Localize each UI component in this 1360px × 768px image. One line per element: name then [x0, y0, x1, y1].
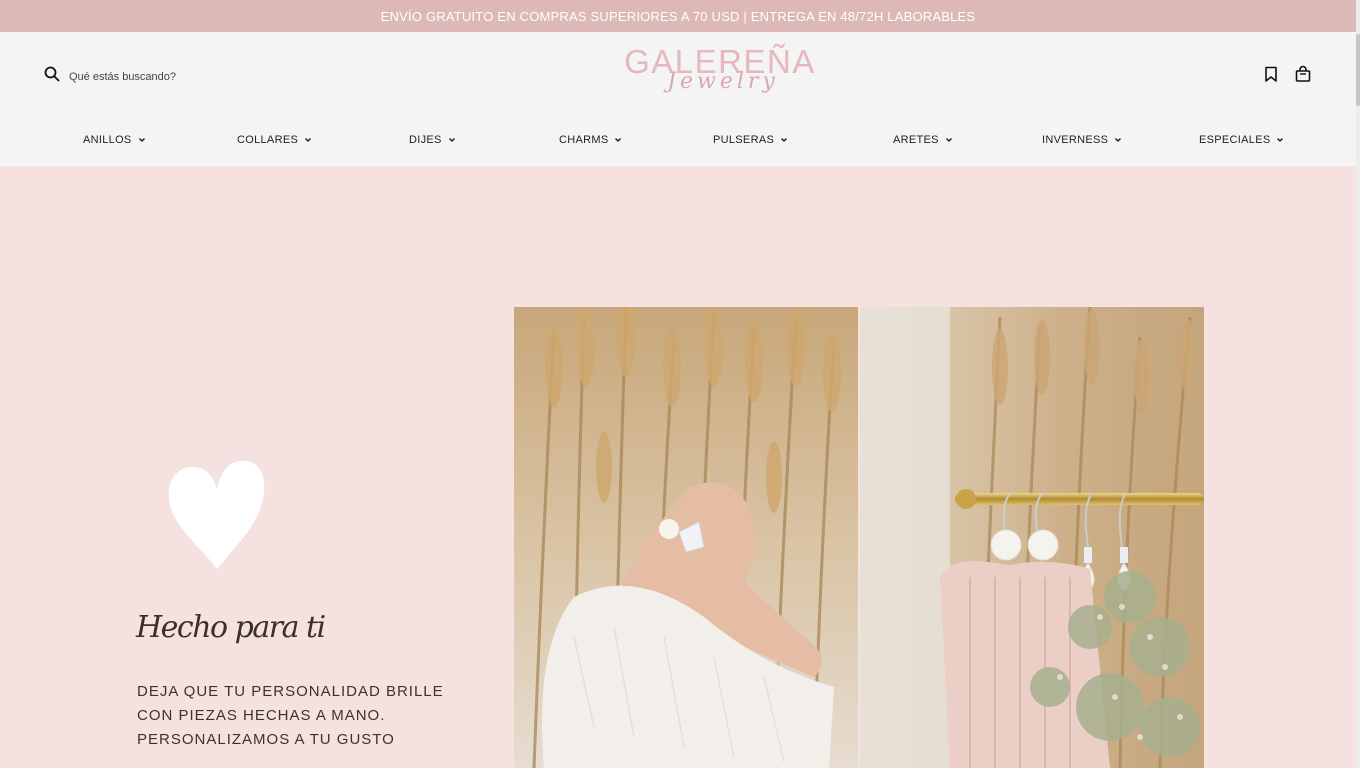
hero-image-ring: [514, 307, 858, 768]
nav-label: CHARMS: [559, 134, 609, 146]
shopping-bag-icon[interactable]: [1294, 65, 1312, 83]
announcement-text: ENVÍO GRATUITO EN COMPRAS SUPERIORES A 7…: [380, 8, 976, 24]
search-icon[interactable]: [44, 66, 60, 87]
hero-line: DEJA QUE TU PERSONALIDAD BRILLE: [137, 683, 444, 700]
nav-item-collares[interactable]: COLLARES: [237, 134, 312, 146]
nav-label: ANILLOS: [83, 134, 132, 146]
chevron-down-icon: [945, 137, 952, 143]
hero-title: Hecho para ti: [136, 610, 326, 645]
nav-item-anillos[interactable]: ANILLOS: [83, 134, 146, 146]
nav-item-pulseras[interactable]: PULSERAS: [713, 134, 788, 146]
nav-label: ESPECIALES: [1199, 134, 1271, 146]
nav-item-aretes[interactable]: ARETES: [893, 134, 953, 146]
chevron-down-icon: [305, 137, 312, 143]
search-input[interactable]: [69, 70, 269, 83]
announcement-bar: ENVÍO GRATUITO EN COMPRAS SUPERIORES A 7…: [0, 0, 1356, 32]
site-header: GALEREÑA Jewelry ANILLOS COLLARES DIJES …: [0, 32, 1356, 166]
chevron-down-icon: [1277, 137, 1284, 143]
scrollbar[interactable]: [1356, 0, 1360, 768]
chevron-down-icon: [615, 137, 622, 143]
bookmark-icon[interactable]: [1262, 65, 1280, 83]
search-bar[interactable]: [44, 66, 269, 87]
nav-label: PULSERAS: [713, 134, 775, 146]
hero-line: PERSONALIZAMOS A TU GUSTO: [137, 731, 395, 748]
logo[interactable]: GALEREÑA Jewelry: [620, 44, 820, 106]
hero-line: CON PIEZAS HECHAS A MANO.: [137, 707, 386, 724]
chevron-down-icon: [138, 137, 145, 143]
chevron-down-icon: [1115, 137, 1122, 143]
nav-item-charms[interactable]: CHARMS: [559, 134, 622, 146]
chevron-down-icon: [448, 137, 455, 143]
chevron-down-icon: [781, 137, 788, 143]
nav-label: DIJES: [409, 134, 442, 146]
nav-label: INVERNESS: [1042, 134, 1109, 146]
scrollbar-thumb[interactable]: [1356, 34, 1360, 106]
hero-image-earrings: [860, 307, 1204, 768]
nav-item-dijes[interactable]: DIJES: [409, 134, 456, 146]
nav-item-especiales[interactable]: ESPECIALES: [1199, 134, 1284, 146]
nav-label: COLLARES: [237, 134, 299, 146]
hero-description: DEJA QUE TU PERSONALIDAD BRILLE CON PIEZ…: [137, 680, 477, 752]
nav-label: ARETES: [893, 134, 939, 146]
nav-item-inverness[interactable]: INVERNESS: [1042, 134, 1122, 146]
heart-icon: [168, 459, 266, 573]
